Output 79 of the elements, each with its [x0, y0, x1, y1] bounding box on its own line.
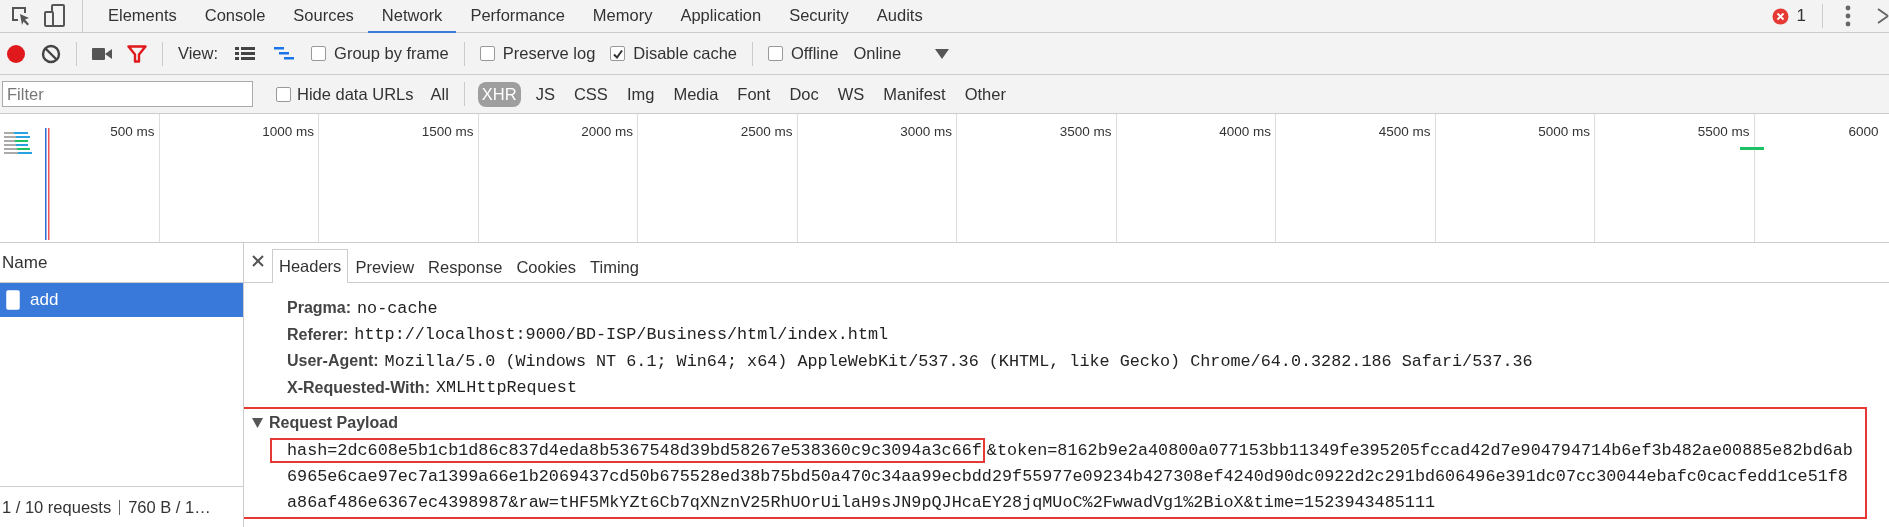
type-filter[interactable]: WS [833, 81, 869, 107]
header-name: Referer: [287, 325, 349, 344]
type-filter[interactable]: Doc [785, 81, 823, 107]
device-icon[interactable] [44, 4, 66, 28]
error-icon[interactable] [1771, 7, 1789, 25]
type-filter[interactable]: Font [733, 81, 775, 107]
time-tick-label: 3000 ms [900, 124, 952, 139]
request-count: 1 / 10 requests [2, 497, 112, 517]
checkbox-label: Preserve log [502, 44, 596, 63]
details-tab[interactable]: Cookies [509, 250, 583, 283]
type-filter[interactable]: CSS [569, 81, 612, 107]
panel-tab[interactable]: Performance [456, 0, 579, 33]
more-icon[interactable] [1845, 5, 1851, 27]
time-tick-label: 1500 ms [421, 124, 474, 139]
payload-text: 6965e6cae97ec7a1399a66e1b2069437cd50b675528ed38b75bd50a470c34aa99ecbdd29f55977e09234b427308ef4240d90dc0922d2c291bd606496e391dc07cc30044ebafc0cacfedd1ce51f8 [287, 466, 1848, 486]
type-filter[interactable]: Manifest [879, 81, 950, 107]
checkbox-label: Offline [791, 44, 839, 63]
video-camera-icon[interactable] [92, 46, 112, 61]
time-tick-label: 6000 [1848, 124, 1879, 139]
checkbox[interactable] [276, 86, 291, 102]
panel-tab[interactable]: Security [775, 0, 863, 33]
type-filter[interactable]: JS [531, 81, 559, 107]
panel-tab[interactable]: Console [190, 0, 280, 33]
checkbox-label: Disable cache [633, 44, 737, 63]
time-tick-label: 4000 ms [1219, 124, 1271, 139]
checkbox[interactable] [610, 46, 626, 61]
header-value: XMLHttpRequest [435, 378, 577, 398]
filter-field[interactable]: Filter [2, 81, 253, 107]
details-tab[interactable]: Response [421, 250, 510, 283]
expand-triangle-icon[interactable] [252, 418, 263, 428]
panel-tab[interactable]: Elements [94, 0, 191, 33]
header-name: User-Agent: [287, 352, 379, 371]
time-tick-label: 5500 ms [1697, 124, 1750, 139]
checkbox[interactable] [768, 46, 783, 61]
waterfall-view-icon[interactable] [274, 46, 295, 61]
header-name: Pragma: [287, 299, 352, 318]
details-tab[interactable]: Preview [348, 250, 422, 283]
details-tab[interactable]: Headers [272, 249, 349, 283]
section-title[interactable]: Request Payload [269, 414, 398, 432]
payload-text: a86af486e6367ec4398987&raw=tHF5MkYZt6Cb7qXNznV25RhUOrUilaH9sJN9pQJHcaEY28jqMUoC%2FwwadVg1%2BioX&time=1523943485111 [287, 492, 1436, 512]
panel-tab[interactable]: Application [666, 0, 776, 33]
time-tick-label: 1000 ms [262, 124, 314, 139]
payload-text: &token=8162b9e2a40800a077153bb11349fe395205fccad42d7e904794714b6ef3b482ae00885e82bd6ab [986, 440, 1853, 460]
time-tick-label: 4500 ms [1378, 124, 1431, 139]
header-value: http://localhost:9000/BD-ISP/Business/html/index.html [354, 325, 889, 345]
checkbox[interactable] [311, 46, 327, 61]
request-row[interactable]: add [0, 283, 243, 317]
record-icon[interactable] [6, 43, 26, 64]
caret-icon [935, 48, 950, 59]
panel-tab[interactable]: Audits [862, 0, 937, 33]
panel-tab[interactable]: Sources [279, 0, 368, 33]
type-filter[interactable]: Other [960, 81, 1010, 107]
list-view-icon[interactable] [235, 46, 256, 61]
header-name: X-Requested-With: [287, 378, 430, 397]
type-filter[interactable]: Img [622, 81, 659, 107]
clear-icon[interactable] [41, 43, 61, 64]
timing-bar [1740, 147, 1764, 150]
time-tick-label: 3500 ms [1059, 124, 1112, 139]
filter-icon[interactable] [127, 44, 147, 63]
inspect-icon[interactable] [10, 5, 32, 27]
checkbox[interactable] [479, 46, 495, 61]
highlighted-payload-text: hash=2dc608e5b1cb1d86c837d4eda8b5367548d39bd58267e538360c9c3094a3c66f [273, 440, 982, 460]
details-tab[interactable]: Timing [583, 250, 646, 283]
throttling-dropdown[interactable]: Online [853, 44, 950, 63]
error-count[interactable]: 1 [1796, 6, 1806, 26]
document-icon [6, 290, 20, 310]
view-label: View: [178, 44, 219, 63]
transfer-size: 760 B / 1… [128, 497, 211, 517]
panel-tab[interactable]: Memory [578, 0, 667, 33]
type-filter[interactable]: Media [669, 81, 723, 107]
type-filter[interactable]: All [426, 81, 453, 107]
time-tick-label: 5000 ms [1538, 124, 1590, 139]
checkbox-label: Hide data URLs [297, 84, 414, 104]
header-value: no-cache [357, 298, 438, 318]
time-tick-label: 500 ms [110, 124, 155, 139]
time-tick-label: 2500 ms [740, 124, 793, 139]
header-value: Mozilla/5.0 (Windows NT 6.1; Win64; x64) AppleWebKit/537.36 (KHTML, like Gecko) Chrome/64.0.3282.186 Safari/537.36 [384, 351, 1533, 371]
checkbox-label: Group by frame [334, 44, 449, 63]
time-tick-label: 2000 ms [581, 124, 633, 139]
